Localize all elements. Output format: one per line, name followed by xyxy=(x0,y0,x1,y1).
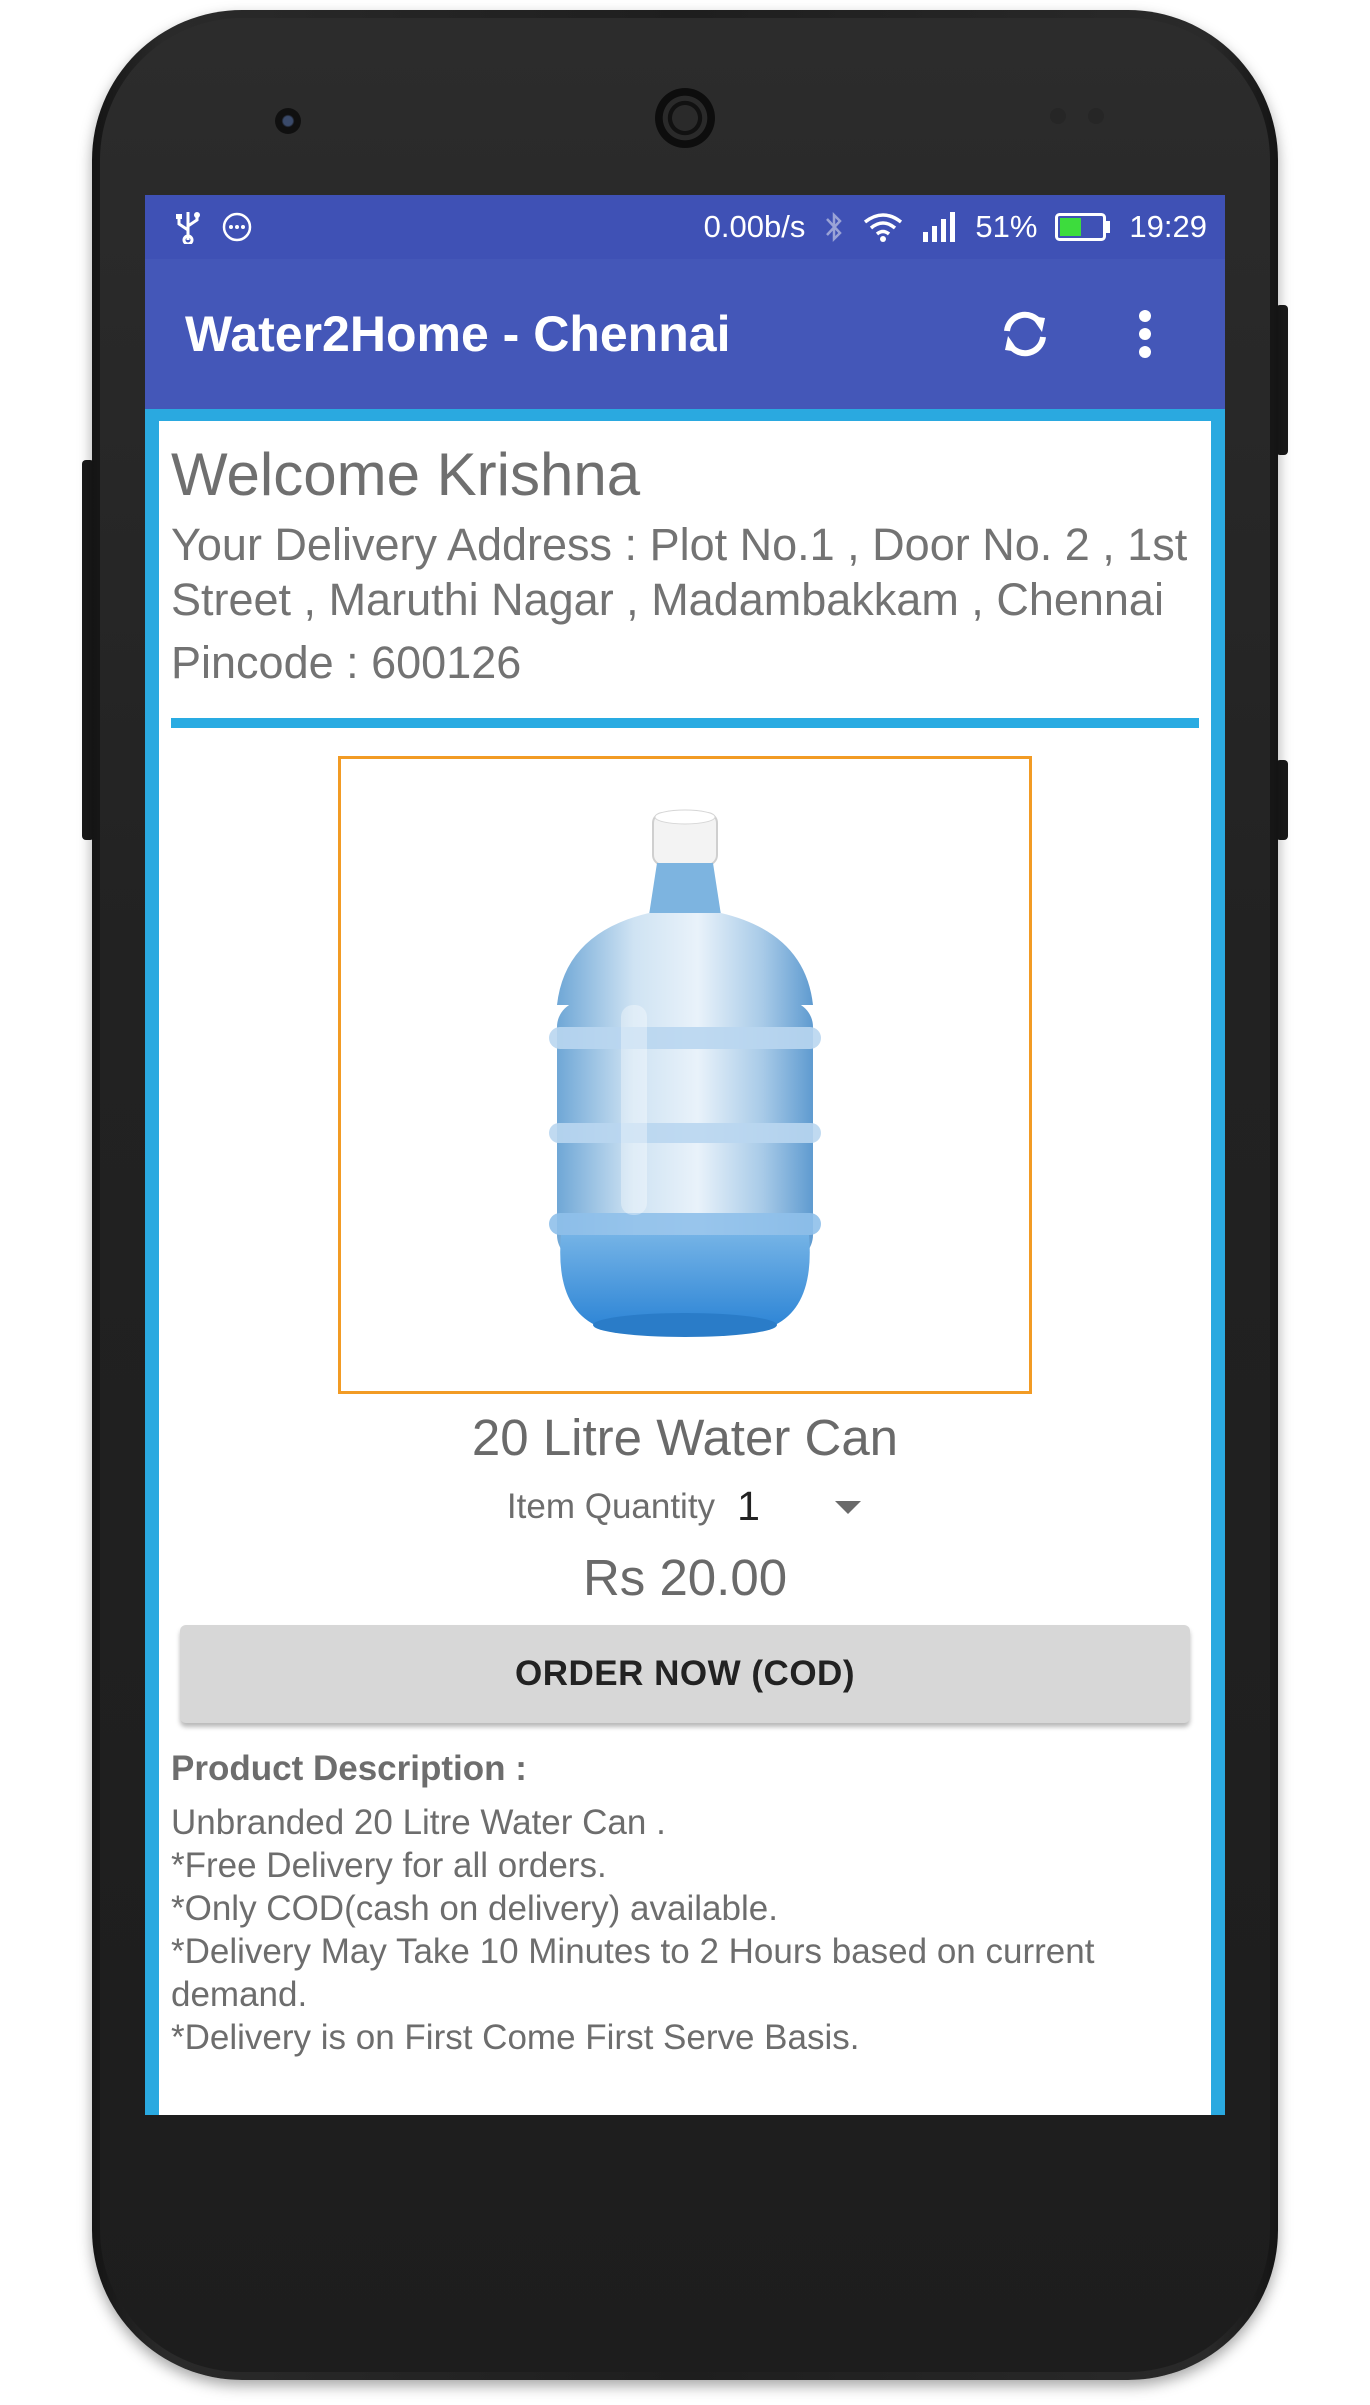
quantity-value: 1 xyxy=(737,1483,760,1529)
wifi-icon xyxy=(864,213,903,242)
proximity-sensor xyxy=(1050,108,1066,124)
description-line: Unbranded 20 Litre Water Can . xyxy=(171,1803,666,1842)
description-text: Unbranded 20 Litre Water Can . *Free Del… xyxy=(171,1801,1199,2059)
product-name: 20 Litre Water Can xyxy=(471,1409,899,1466)
refresh-icon xyxy=(1004,311,1046,357)
delivery-address: Your Delivery Address : Plot No.1 , Door… xyxy=(171,519,1188,625)
welcome-heading: Welcome Krishna xyxy=(171,441,641,508)
dropdown-arrow-icon xyxy=(835,1500,862,1514)
refresh-button[interactable] xyxy=(985,294,1065,374)
product-image-frame xyxy=(338,756,1032,1394)
quantity-label: Item Quantity xyxy=(506,1486,716,1526)
overflow-menu-button[interactable] xyxy=(1105,294,1185,374)
pincode: Pincode : 600126 xyxy=(171,637,522,688)
description-line: *Only COD(cash on delivery) available. xyxy=(171,1889,778,1928)
battery-percent: 51% xyxy=(975,209,1038,244)
quantity-row: Item Quantity 1 xyxy=(171,1483,1199,1530)
more-vert-icon xyxy=(1139,310,1151,358)
description-heading: Product Description : xyxy=(171,1749,527,1788)
front-camera xyxy=(275,108,301,134)
order-now-button[interactable]: ORDER NOW (COD) xyxy=(180,1625,1190,1723)
bluetooth-icon xyxy=(826,211,843,243)
description-line: *Delivery May Take 10 Minutes to 2 Hours… xyxy=(171,1932,1095,2014)
quantity-dropdown[interactable]: 1 xyxy=(737,1483,863,1530)
earpiece-speaker xyxy=(655,88,715,148)
network-speed: 0.00b/s xyxy=(703,209,806,244)
clock: 19:29 xyxy=(1129,209,1207,244)
chat-bubble-icon xyxy=(222,212,252,242)
water-can-image xyxy=(549,809,821,1337)
signal-icon xyxy=(923,212,956,242)
status-bar: 0.00b/s 51% 19:29 xyxy=(145,195,1225,259)
app-bar: Water2Home - Chennai xyxy=(145,259,1225,409)
light-sensor xyxy=(1088,108,1104,124)
section-divider xyxy=(171,718,1199,728)
description-line: *Free Delivery for all orders. xyxy=(171,1846,607,1885)
product-price: Rs 20.00 xyxy=(582,1549,788,1606)
battery-icon xyxy=(1055,213,1111,241)
order-card[interactable]: Welcome Krishna Your Delivery Address : … xyxy=(159,421,1211,2115)
usb-icon xyxy=(176,212,200,244)
app-title: Water2Home - Chennai xyxy=(185,306,731,362)
description-line: *Delivery is on First Come First Serve B… xyxy=(171,2018,860,2057)
screen: 0.00b/s 51% 19:29 Water2Home - Chennai W… xyxy=(145,195,1225,2115)
content-area: Welcome Krishna Your Delivery Address : … xyxy=(145,409,1225,2115)
